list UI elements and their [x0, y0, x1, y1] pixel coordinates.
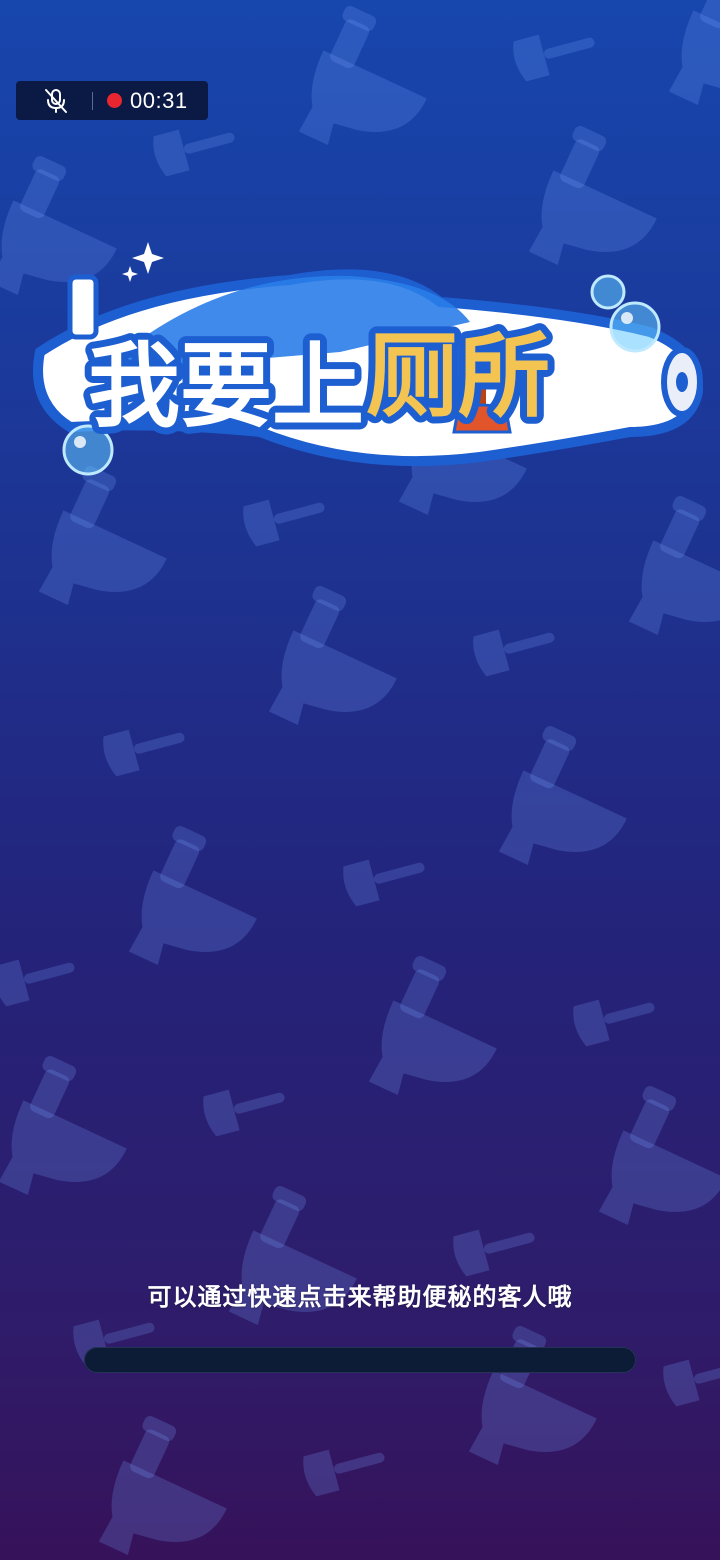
divider — [92, 91, 93, 110]
screen-recording-indicator[interactable]: 00:31 — [16, 81, 208, 120]
recording-timer: 00:31 — [130, 87, 188, 113]
game-logo: 我要上 厕所 — [33, 242, 704, 476]
logo-title-white: 我要上 — [88, 333, 364, 440]
loading-hint-text: 可以通过快速点击来帮助便秘的客人哦 — [147, 1283, 573, 1311]
mic-muted-icon[interactable] — [32, 81, 80, 120]
loading-progress-bar — [84, 1347, 636, 1373]
logo-title-gold: 厕所 — [366, 323, 550, 430]
recording-dot-icon — [107, 93, 122, 108]
